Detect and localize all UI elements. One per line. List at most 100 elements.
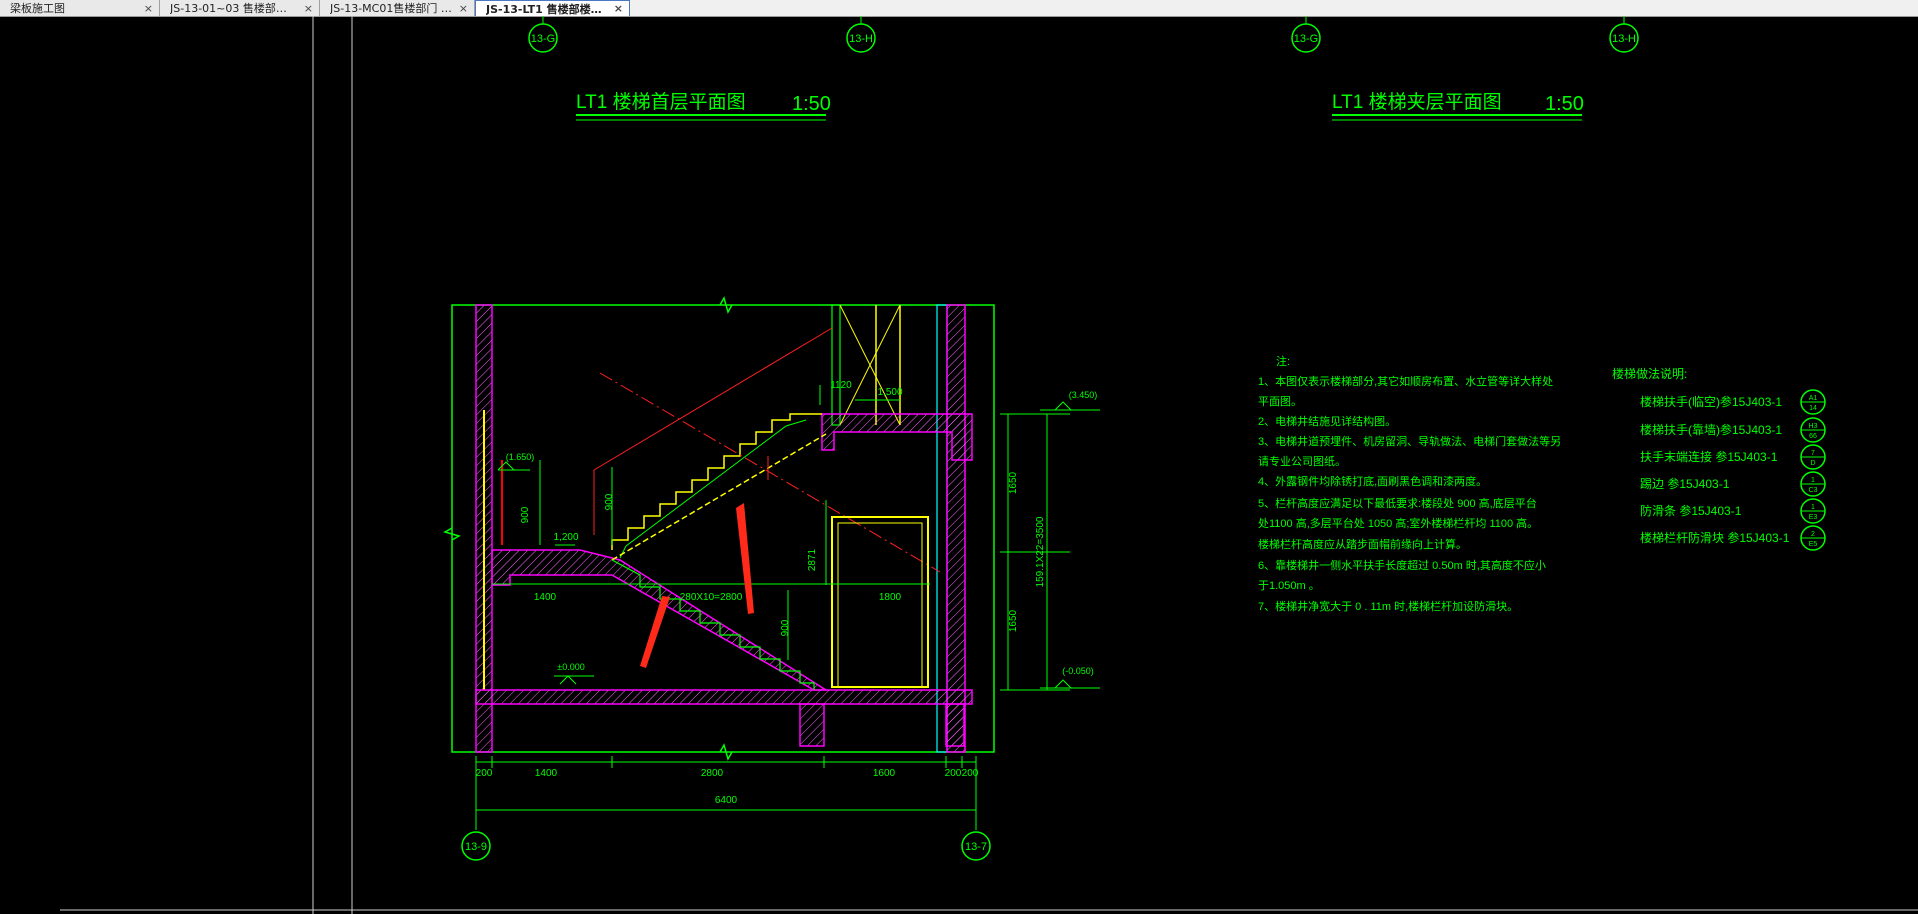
legend-label: 楼梯扶手(临空)参15J403-1: [1640, 394, 1782, 409]
legend-label: 防滑条 参15J403-1: [1640, 503, 1742, 518]
dim-vertical-total: 159.1X22=3500: [1035, 516, 1046, 587]
legend-label: 楼梯栏杆防滑块 参15J403-1: [1640, 530, 1790, 545]
legend-header: 楼梯做法说明:: [1612, 366, 1687, 381]
ground-slab: [475, 689, 973, 705]
cad-drawing-canvas[interactable]: 13-G 13-H 13-G 13-H LT1 楼梯首层平面图 1:50 LT1…: [0, 16, 1918, 914]
detail-ref-top: 7: [1811, 450, 1815, 457]
dim-void-width: 1800: [879, 592, 902, 603]
left-plan-title: LT1 楼梯首层平面图: [576, 91, 746, 113]
note-line: 平面图。: [1258, 395, 1302, 408]
dim-stair-steps: 280X10=2800: [680, 592, 743, 603]
note-line: 3、电梯井道预埋件、机房留洞、导轨做法、电梯门套做法等另: [1258, 434, 1561, 448]
note-line: 请专业公司图纸。: [1258, 454, 1346, 468]
legend-row: 楼梯扶手(临空)参15J403-1 A1 14: [1640, 389, 1826, 415]
note-line: 2、电梯井结施见详结构图。: [1258, 414, 1396, 428]
dim-1120: 1120: [830, 380, 852, 391]
upper-stair-nosing: [619, 419, 807, 559]
dim-segment: 1600: [873, 768, 896, 779]
legend-row: 踢边 参15J403-1 1 C3: [1640, 471, 1826, 497]
axis-tag-top-1: 13-G: [528, 16, 558, 53]
level-label: (3.450): [1069, 390, 1098, 400]
note-line: 楼梯栏杆高度应从踏步面帽前缘向上计算。: [1258, 537, 1467, 551]
axis-tag-label: 13-G: [1294, 33, 1318, 45]
level-mark-minus-0050: (-0.050): [1040, 666, 1100, 689]
note-line: 7、楼梯井净宽大于 0 . 11m 时,楼梯栏杆加设防滑块。: [1258, 599, 1518, 613]
tab-js-13-mc01[interactable]: JS-13-MC01售楼部门 j… ×: [320, 0, 475, 16]
axis-tag-top-2: 13-H: [846, 16, 876, 53]
dim-vertical-segment: 1650: [1008, 609, 1019, 632]
legend-label: 扶手末端连接 参15J403-1: [1640, 449, 1778, 464]
dim-1200: 1,200: [553, 532, 578, 543]
note-line: 5、栏杆高度应满足以下最低要求:楼段处 900 高,底层平台: [1258, 496, 1537, 510]
plan-outer-frame: [451, 304, 995, 753]
annotation-arrow-icon: [640, 596, 670, 668]
close-icon[interactable]: ×: [614, 2, 623, 15]
right-plan-title: LT1 楼梯夹层平面图: [1332, 91, 1502, 113]
note-line: 6、靠楼梯井一侧水平扶手长度超过 0.50m 时,其高度不应小: [1258, 558, 1546, 572]
detail-ref-top: H3: [1809, 423, 1818, 430]
axis-tag-bottom-2: 13-7: [961, 818, 991, 861]
detail-ref-bottom: 14: [1809, 405, 1817, 412]
level-mark-zero: ±0.000: [557, 662, 585, 685]
notes-header: 注:: [1276, 354, 1290, 368]
legend-row: 扶手末端连接 参15J403-1 7 D: [1640, 444, 1826, 470]
legend-row: 防滑条 参15J403-1 1 E3: [1640, 498, 1826, 524]
note-line: 于1.050m 。: [1258, 580, 1320, 592]
tab-js-13-01-03[interactable]: JS-13-01~03 售楼部… ×: [160, 0, 320, 16]
dim-1500: 1,500: [877, 387, 902, 398]
dim-rail-height-b: 900: [604, 493, 615, 510]
detail-ref-top: 1: [1811, 504, 1815, 511]
detail-ref-top: A1: [1809, 395, 1818, 402]
tab-label: JS-13-01~03 售楼部…: [170, 2, 287, 15]
dim-segment: 200: [962, 768, 979, 779]
bottom-dimension-chain: 200 1400 2800 1600 200 200 6400: [475, 756, 979, 818]
left-plan-title-block: LT1 楼梯首层平面图 1:50: [576, 91, 831, 121]
dim-segment: 200: [476, 768, 493, 779]
dim-2871: 2871: [807, 548, 818, 571]
right-plan-scale: 1:50: [1545, 93, 1584, 115]
right-plan-title-block: LT1 楼梯夹层平面图 1:50: [1332, 91, 1584, 121]
tab-js-13-lt1[interactable]: JS-13-LT1 售楼部楼… ×: [475, 0, 630, 16]
level-mark-1650: (1.650): [497, 452, 535, 471]
right-wall: [946, 304, 966, 753]
close-icon[interactable]: ×: [304, 2, 313, 15]
axis-tag-label: 13-9: [465, 841, 487, 853]
level-mark-3450: (3.450): [1040, 390, 1100, 411]
dim-total: 6400: [715, 795, 738, 806]
axis-tag-top-4: 13-H: [1609, 16, 1639, 53]
stair-detail-legend: 楼梯做法说明: 楼梯扶手(临空)参15J403-1 A1 14 楼梯扶手(靠墙)…: [1612, 366, 1826, 551]
detail-ref-bottom: E5: [1809, 541, 1818, 548]
general-notes: 注: 1、本图仅表示楼梯部分,其它如顺房布置、水立管等详大样处 平面图。 2、电…: [1258, 354, 1561, 613]
axis-tag-bottom-1: 13-9: [461, 818, 491, 861]
detail-ref-bottom: D: [1810, 460, 1815, 467]
axis-tag-label: 13-H: [849, 33, 873, 45]
detail-ref-top: 1: [1811, 477, 1815, 484]
axis-tag-label: 13-G: [531, 33, 555, 45]
document-tab-bar: 梁板施工图 × JS-13-01~03 售楼部… × JS-13-MC01售楼部…: [0, 0, 1918, 17]
legend-row: 楼梯扶手(靠墙)参15J403-1 H3 66: [1640, 417, 1826, 443]
level-label: (-0.050): [1062, 666, 1094, 676]
legend-label: 楼梯扶手(靠墙)参15J403-1: [1640, 422, 1782, 437]
tab-label: 梁板施工图: [10, 2, 65, 15]
close-icon[interactable]: ×: [144, 2, 153, 15]
left-plan-scale: 1:50: [792, 93, 831, 115]
detail-ref-bottom: E3: [1809, 514, 1818, 521]
detail-ref-top: 2: [1811, 531, 1815, 538]
axis-tag-label: 13-H: [1612, 33, 1636, 45]
legend-label: 踢边 参15J403-1: [1640, 476, 1730, 491]
legend-row: 楼梯栏杆防滑块 参15J403-1 2 E5: [1640, 525, 1826, 551]
close-icon[interactable]: ×: [459, 2, 468, 15]
right-dimension-chain: 1650 1650 159.1X22=3500: [1000, 413, 1070, 691]
detail-ref-bottom: 66: [1809, 433, 1817, 440]
note-line: 4、外露钢件均除锈打底,面刷黑色调和漆两度。: [1258, 474, 1487, 488]
dim-segment: 200: [945, 768, 962, 779]
level-label: (1.650): [506, 452, 535, 462]
tab-label: JS-13-LT1 售楼部楼…: [486, 2, 602, 16]
dim-rail-height-c: 900: [780, 619, 791, 636]
note-line: 处1100 高,多层平台处 1050 高;室外楼梯栏杆均 1100 高。: [1258, 516, 1538, 530]
tab-label: JS-13-MC01售楼部门 j…: [330, 2, 453, 15]
axis-tag-top-3: 13-G: [1291, 16, 1321, 53]
level-label: ±0.000: [557, 662, 584, 672]
tab-beam-slab-drawing[interactable]: 梁板施工图 ×: [0, 0, 160, 16]
axis-tag-label: 13-7: [965, 841, 987, 853]
